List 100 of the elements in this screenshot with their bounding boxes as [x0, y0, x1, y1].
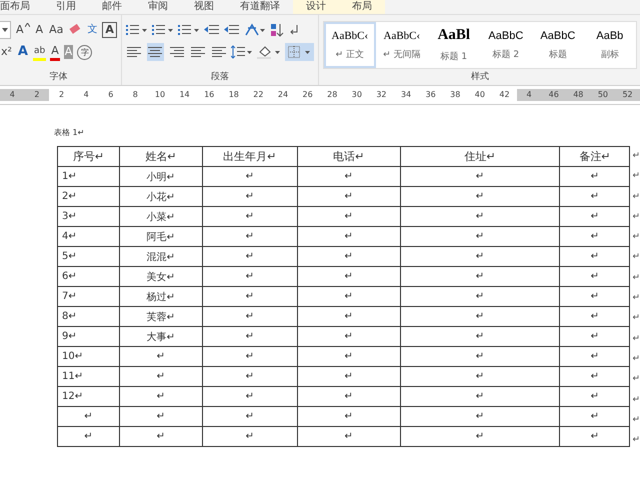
table-cell: ↵: [297, 306, 400, 326]
table-cell: 10↵: [58, 346, 120, 366]
column-header: 住址↵: [400, 146, 560, 166]
row-end-mark: ↵: [632, 414, 640, 427]
style-item[interactable]: AaBl 标题 1: [428, 22, 480, 68]
eraser-icon[interactable]: [68, 23, 82, 37]
table-cell: 11↵: [58, 366, 120, 386]
grow-font-button[interactable]: A: [15, 23, 31, 37]
table-cell: ↵: [297, 226, 400, 246]
paragraph-mark-icon[interactable]: [288, 23, 300, 37]
table-cell: ↵: [202, 266, 298, 286]
indent-icon[interactable]: [204, 23, 220, 37]
table-cell: ↵: [202, 306, 298, 326]
table-cell: ↵: [560, 186, 630, 206]
table-cell: ↵: [560, 266, 630, 286]
paint-bucket-icon[interactable]: [257, 45, 282, 59]
table-cell: ↵: [400, 226, 560, 246]
table-cell: ↵: [560, 346, 630, 366]
table-cell: 美女↵: [119, 266, 202, 286]
table-cell: 9↵: [58, 326, 120, 346]
table-cell: ↵: [297, 326, 400, 346]
list-icon[interactable]: [126, 23, 148, 37]
ribbon-tab[interactable]: 邮件: [89, 0, 135, 14]
phonetic-guide-button[interactable]: 文: [86, 23, 98, 37]
table-cell: ↵: [560, 406, 630, 426]
table-cell: ↵: [202, 186, 298, 206]
table-cell: ↵: [297, 166, 400, 186]
table-cell: ↵: [400, 426, 560, 446]
ribbon-tab[interactable]: 面布局: [0, 0, 43, 14]
table-cell: ↵: [202, 366, 298, 386]
table-cell: 6↵: [58, 266, 120, 286]
table-cell: ↵: [202, 226, 298, 246]
ribbon-tab[interactable]: 设计: [293, 0, 339, 14]
table-cell: ↵: [58, 406, 120, 426]
table-cell: 2↵: [58, 186, 120, 206]
row-end-mark: ↵: [632, 190, 640, 204]
table-cell: 4↵: [58, 226, 120, 246]
style-item[interactable]: AaBb 副标: [584, 22, 636, 68]
superscript-button[interactable]: x²: [0, 45, 13, 59]
list-icon[interactable]: [152, 23, 174, 37]
font-color-button[interactable]: A: [50, 44, 60, 60]
ribbon-tab[interactable]: 视图: [181, 0, 227, 14]
shrink-font-button[interactable]: A: [34, 23, 44, 37]
table-cell: ↵: [297, 206, 400, 226]
column-header: 电话↵: [297, 146, 400, 166]
table-cell: ↵: [297, 286, 400, 306]
table-cell: ↵: [119, 406, 202, 426]
table-cell: ↵: [202, 406, 298, 426]
change-case-button[interactable]: Aa: [48, 23, 64, 37]
table-cell: ↵: [202, 386, 298, 406]
table-cell: ↵: [560, 326, 630, 346]
table-cell: ↵: [400, 406, 560, 426]
table-cell: ↵: [202, 246, 298, 266]
align-button[interactable]: [146, 43, 164, 61]
column-header: 姓名↵: [119, 146, 202, 166]
column-header: 序号↵: [58, 146, 120, 166]
table-cell: ↵: [297, 346, 400, 366]
line-spacing-icon[interactable]: [231, 45, 254, 59]
table-cell: ↵: [560, 226, 630, 246]
caret-icon: [24, 23, 30, 27]
table-cell: ↵: [119, 366, 202, 386]
row-end-mark: ↵: [632, 231, 640, 244]
column-header: 出生年月↵: [202, 146, 298, 166]
dropdown-arrow-icon[interactable]: [2, 28, 8, 32]
table-cell: ↵: [297, 386, 400, 406]
indent-icon[interactable]: [224, 23, 240, 37]
table-cell: ↵: [119, 386, 202, 406]
asian-layout-icon[interactable]: [244, 23, 266, 37]
table-cell: ↵: [560, 286, 630, 306]
ribbon-tab[interactable]: 审阅: [135, 0, 181, 14]
table-caption: 表格 1↵: [54, 127, 86, 138]
sort-icon[interactable]: [270, 23, 284, 37]
table-cell: 阿毛↵: [119, 226, 202, 246]
font-size-dropdown[interactable]: [0, 21, 11, 39]
enclose-character-button[interactable]: 字: [77, 44, 92, 60]
table-cell: ↵: [400, 386, 560, 406]
style-item[interactable]: AaBbC 标题 2: [480, 22, 532, 68]
list-icon[interactable]: [178, 23, 200, 37]
character-border-button[interactable]: A: [102, 22, 117, 38]
ribbon-tab[interactable]: 引用: [43, 0, 89, 14]
row-end-mark: ↵: [632, 373, 640, 386]
row-end-mark: ↵: [632, 394, 640, 407]
ribbon-tab[interactable]: 布局: [339, 0, 385, 14]
table-cell: ↵: [400, 346, 560, 366]
text-effect-button[interactable]: A: [16, 45, 29, 59]
table-cell: ↵: [202, 206, 298, 226]
row-end-mark: ↵: [632, 150, 640, 163]
table-cell: 小菜↵: [119, 206, 202, 226]
highlight-button[interactable]: ab: [32, 44, 46, 60]
borders-button[interactable]: [285, 43, 314, 61]
row-end-mark: ↵: [632, 170, 640, 184]
style-item[interactable]: AaBbC 标题: [532, 22, 584, 68]
table-cell: 大事↵: [119, 326, 202, 346]
style-item[interactable]: AaBbC‹ ↵ 无间隔: [376, 22, 428, 68]
table-cell: ↵: [560, 426, 630, 446]
ribbon-tab[interactable]: 有道翻译: [227, 0, 293, 14]
style-item[interactable]: AaBbC‹ ↵ 正文: [324, 22, 376, 68]
table-cell: ↵: [400, 326, 560, 346]
table-cell: ↵: [400, 266, 560, 286]
table-cell: 12↵: [58, 386, 120, 406]
